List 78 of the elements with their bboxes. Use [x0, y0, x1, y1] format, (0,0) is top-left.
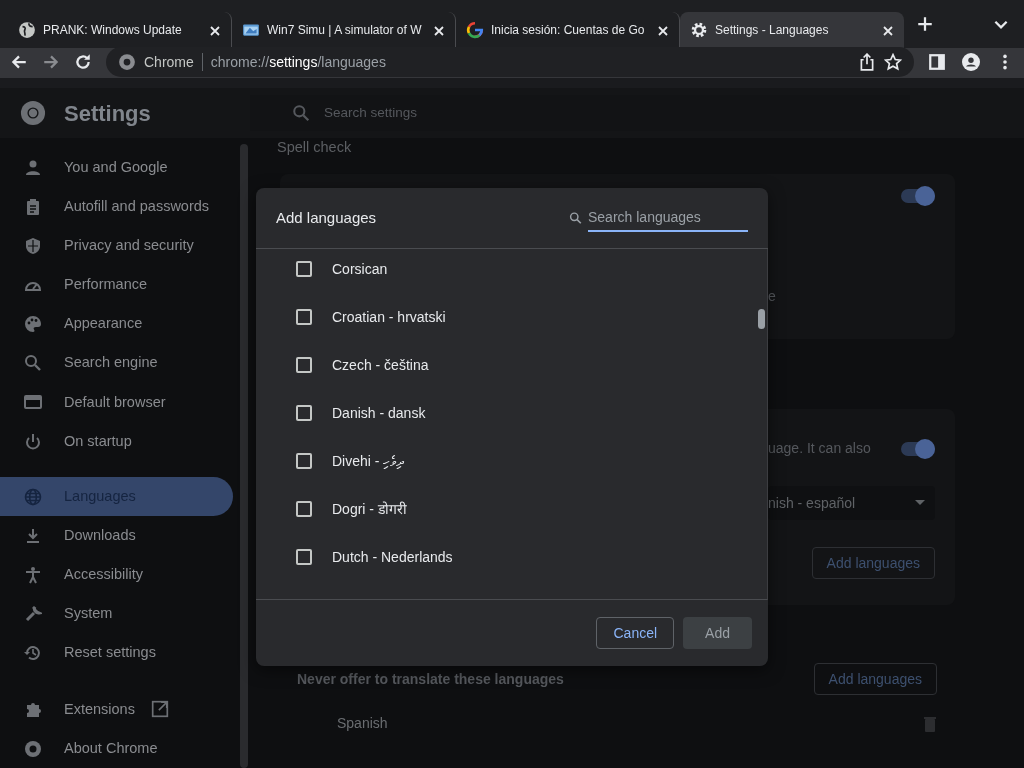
- sidebar-item[interactable]: Performance: [0, 265, 233, 305]
- shield-icon: [24, 236, 42, 255]
- person-icon: [24, 158, 42, 177]
- section-heading: Spell check: [277, 138, 353, 157]
- checkbox[interactable]: [296, 405, 312, 421]
- palette-icon: [24, 315, 42, 334]
- sidebar-item[interactable]: Downloads: [0, 516, 233, 556]
- trash-icon: [923, 714, 937, 733]
- language-option[interactable]: Dogri - डोगरी: [332, 498, 407, 520]
- language-name: Spanish: [337, 714, 388, 734]
- share-icon[interactable]: [858, 53, 876, 71]
- search-icon: [569, 209, 582, 227]
- language-option[interactable]: Corsican: [332, 258, 388, 280]
- forward-icon[interactable]: [42, 53, 60, 71]
- star-icon[interactable]: [884, 53, 902, 71]
- history-icon: [24, 644, 42, 663]
- caret-icon: [915, 500, 925, 507]
- description-text: uage. It can also: [768, 439, 871, 459]
- cancel-button[interactable]: Cancel: [596, 617, 675, 649]
- sidebar-item[interactable]: About Chrome: [0, 728, 233, 768]
- globe-icon: [18, 21, 36, 39]
- language-option[interactable]: Divehi - ދިވެހި: [332, 450, 404, 472]
- language-dropdown[interactable]: nish - español: [768, 486, 935, 521]
- sidebar-item[interactable]: Default browser: [0, 382, 233, 422]
- window-icon: [242, 21, 260, 39]
- browser-tab[interactable]: Settings - Languages: [680, 12, 904, 48]
- wrench-icon: [24, 605, 42, 624]
- sidebar-item[interactable]: Reset settings: [0, 633, 233, 673]
- settings-icon: [690, 21, 708, 39]
- language-option[interactable]: Danish - dansk: [332, 402, 426, 424]
- clipboard-icon: [24, 197, 42, 216]
- scrollbar-thumb[interactable]: [758, 309, 765, 329]
- section-label: Never offer to translate these languages: [297, 669, 564, 689]
- chrome-icon: [24, 739, 42, 758]
- checkbox[interactable]: [296, 261, 312, 277]
- sidebar-item[interactable]: Accessibility: [0, 555, 233, 595]
- accessibility-icon: [24, 565, 42, 584]
- checkbox[interactable]: [296, 501, 312, 517]
- profile-icon[interactable]: [960, 53, 982, 71]
- search-field[interactable]: Search languages: [588, 204, 748, 232]
- settings-title: Settings: [64, 99, 151, 128]
- chrome-logo-icon: [20, 100, 46, 126]
- back-icon[interactable]: [10, 53, 28, 71]
- sidebar-item[interactable]: Search engine: [0, 343, 233, 383]
- sidebar-item[interactable]: On startup: [0, 422, 233, 462]
- checkbox[interactable]: [296, 453, 312, 469]
- sidebar-item[interactable]: System: [0, 594, 233, 634]
- description-text: e: [768, 287, 776, 304]
- google-icon: [466, 21, 484, 39]
- checkbox[interactable]: [296, 549, 312, 565]
- search-icon: [24, 354, 42, 373]
- chrome-icon: [118, 53, 136, 71]
- dialog-title: Add languages: [276, 209, 377, 227]
- sidebar-item[interactable]: Privacy and security: [0, 226, 233, 266]
- scrollbar[interactable]: [240, 144, 248, 768]
- sidebar-item[interactable]: Autofill and passwords: [0, 187, 233, 227]
- sidebar-item[interactable]: You and Google: [0, 148, 233, 188]
- globe-icon: [24, 487, 42, 506]
- language-option[interactable]: Czech - čeština: [332, 354, 429, 376]
- language-option[interactable]: Croatian - hrvatski: [332, 306, 446, 328]
- sidebar-item[interactable]: Appearance: [0, 304, 233, 344]
- browser-window-icon: [24, 393, 42, 412]
- toggle-switch[interactable]: [901, 441, 935, 456]
- site-label: Chrome: [144, 52, 194, 72]
- side-panel-icon[interactable]: [928, 53, 946, 71]
- sidebar-item[interactable]: Extensions: [0, 689, 233, 729]
- download-icon: [24, 526, 42, 545]
- toggle-switch[interactable]: [901, 189, 935, 204]
- address-bar[interactable]: Chrome chrome://settings/languages: [106, 47, 914, 77]
- power-icon: [24, 432, 42, 451]
- search-icon: [292, 104, 310, 122]
- reload-icon[interactable]: [74, 53, 92, 71]
- puzzle-icon: [24, 700, 42, 719]
- language-option[interactable]: Dutch - Nederlands: [332, 546, 453, 568]
- new-tab-icon[interactable]: [916, 15, 934, 33]
- url-text: chrome://settings/languages: [210, 52, 386, 72]
- checkbox[interactable]: [296, 309, 312, 325]
- checkbox[interactable]: [296, 357, 312, 373]
